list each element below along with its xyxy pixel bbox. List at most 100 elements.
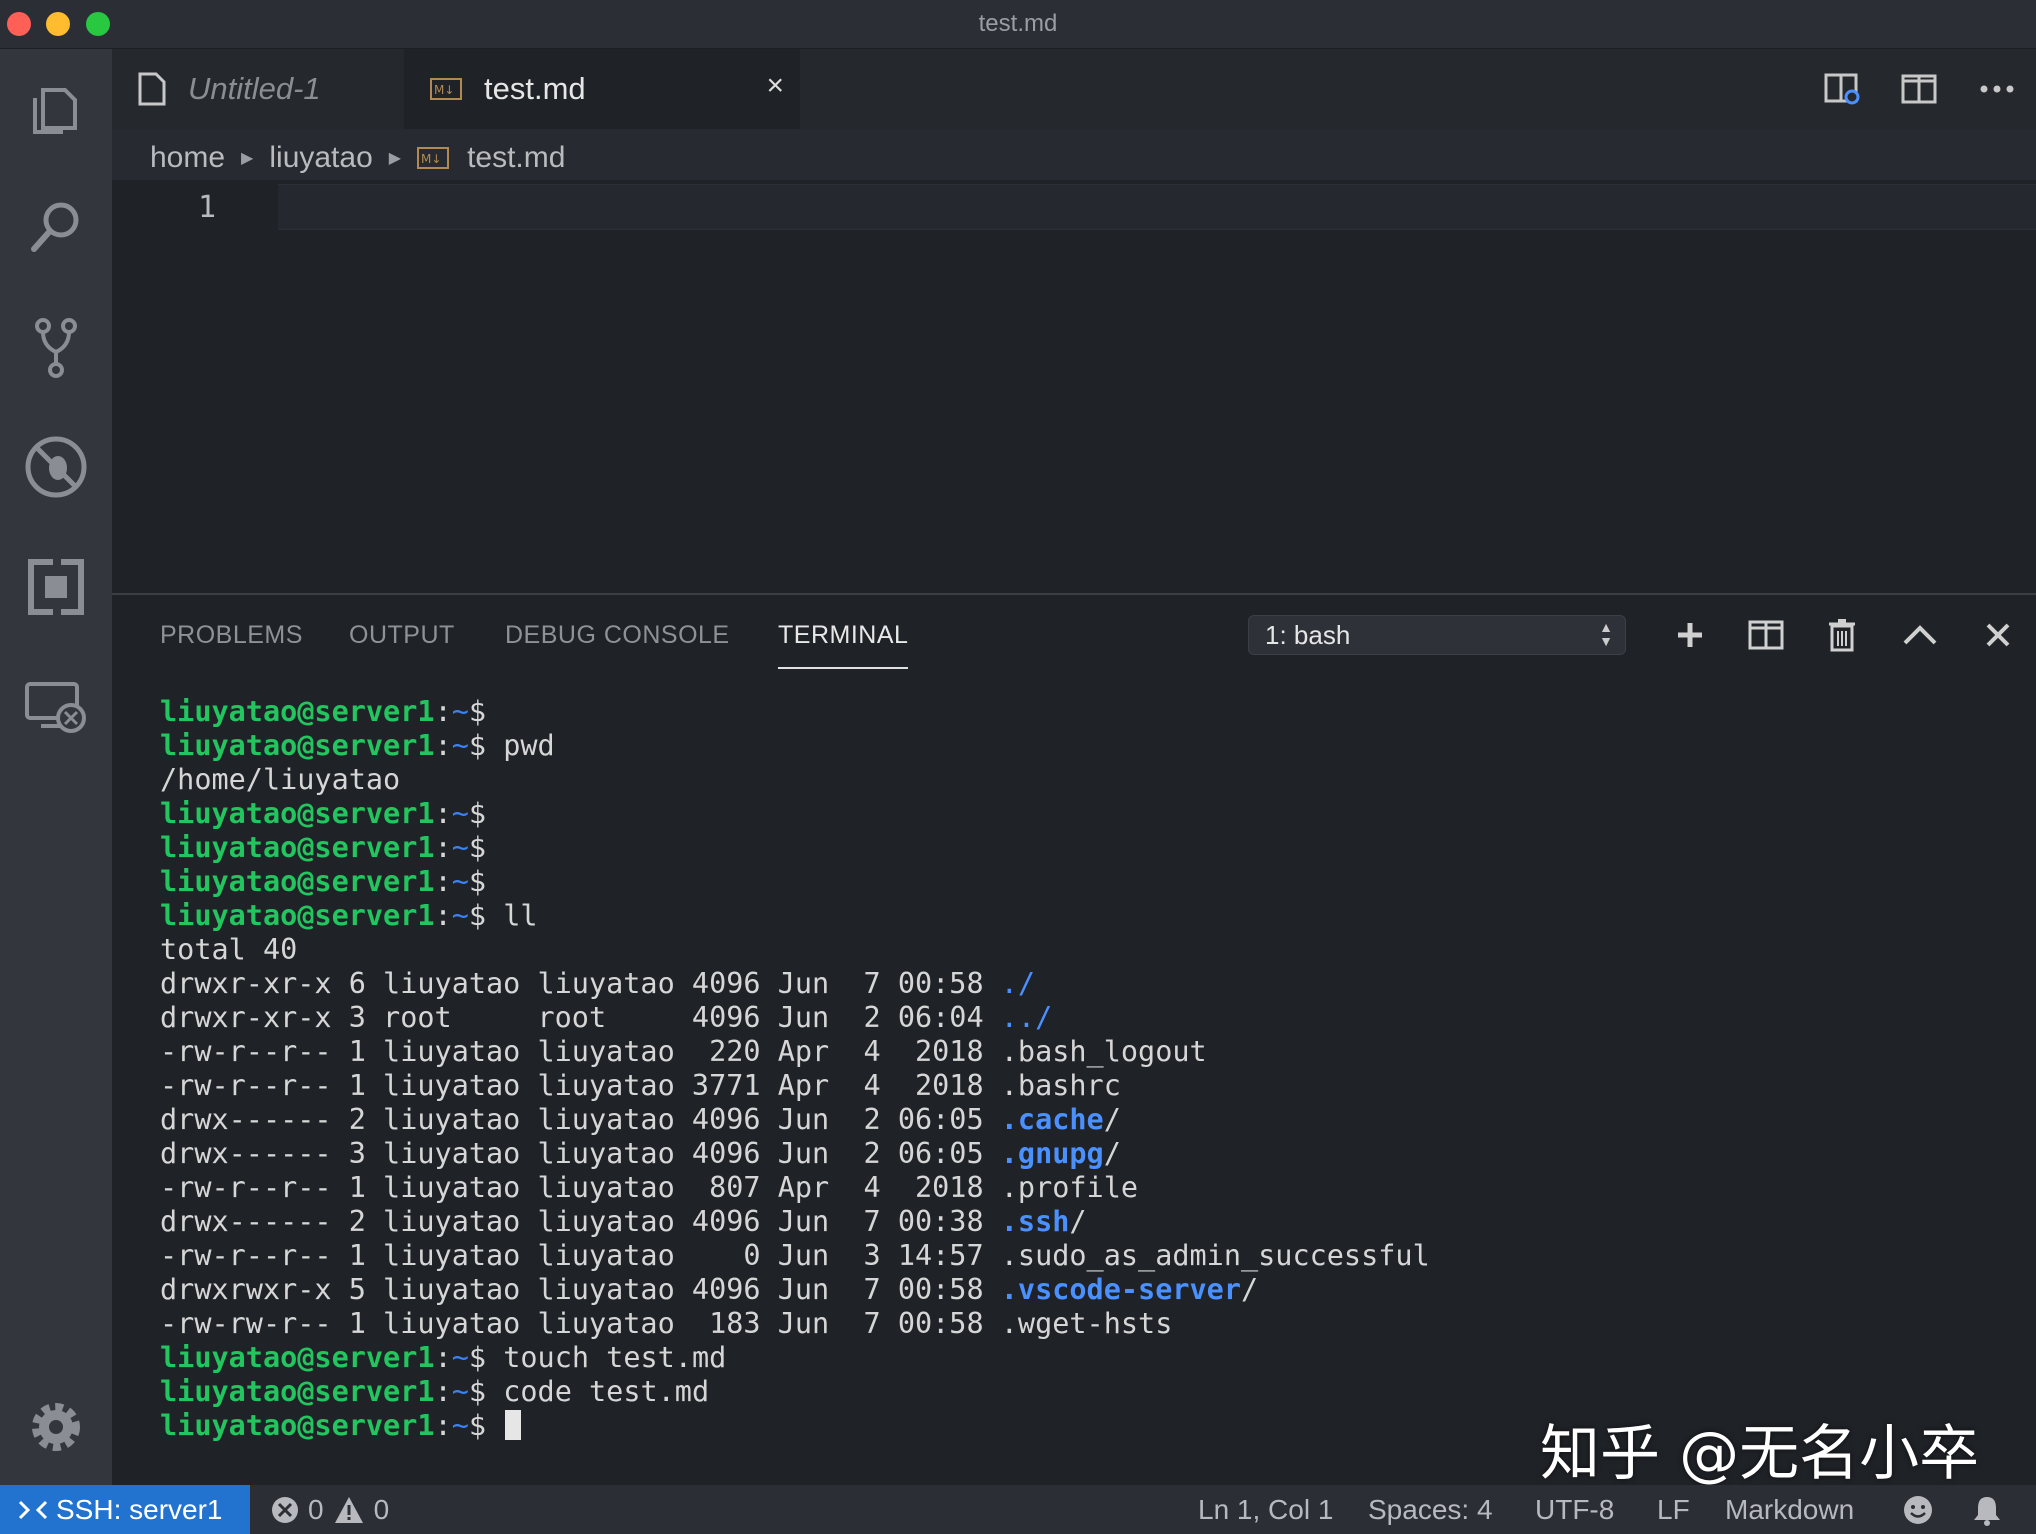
prompt-colon: : <box>434 1375 452 1408</box>
terminal-select[interactable]: 1: bash ▲ ▼ <box>1248 615 1626 655</box>
terminal-line: liuyatao@server1:~$ <box>160 797 1430 831</box>
prompt-path: ~ <box>451 1409 469 1442</box>
ls-entry-meta: drwx------ 2 liuyatao liuyatao 4096 Jun … <box>160 1103 1001 1136</box>
terminal-line: total 40 <box>160 933 1430 967</box>
encoding-status[interactable]: UTF-8 <box>1535 1485 1614 1534</box>
editor-tabs-bar: Untitled-1 M↓ test.md × <box>112 49 2036 129</box>
prompt-user: liuyatao@server1 <box>160 1341 435 1374</box>
extensions-icon[interactable] <box>16 547 96 627</box>
tab-debug-console[interactable]: DEBUG CONSOLE <box>505 621 730 650</box>
current-line-highlight <box>278 184 2036 230</box>
ls-entry-meta: drwxr-xr-x 3 root root 4096 Jun 2 06:04 <box>160 1001 1001 1034</box>
tab-output[interactable]: OUTPUT <box>349 621 455 650</box>
prompt-symbol: $ <box>468 695 487 728</box>
command-text: ll <box>486 899 538 932</box>
breadcrumb: home ▶ liuyatao ▶ M↓ test.md <box>150 136 565 180</box>
prompt-user: liuyatao@server1 <box>160 729 435 762</box>
prompt-path: ~ <box>451 831 469 864</box>
ls-entry-meta: drwx------ 2 liuyatao liuyatao 4096 Jun … <box>160 1205 1001 1238</box>
prompt-symbol: $ <box>468 797 487 830</box>
ls-entry-meta: -rw-rw-r-- 1 liuyatao liuyatao 183 Jun 7… <box>160 1307 1001 1340</box>
debug-icon[interactable] <box>16 427 96 507</box>
new-terminal-icon[interactable] <box>1668 615 1712 655</box>
search-icon[interactable] <box>16 187 96 267</box>
remote-icon <box>18 1500 48 1519</box>
output-text: /home/liuyatao <box>160 763 401 796</box>
ls-entry-meta: drwxr-xr-x 6 liuyatao liuyatao 4096 Jun … <box>160 967 1001 1000</box>
files-icon[interactable] <box>16 67 96 147</box>
ls-entry-name: .sudo_as_admin_successful <box>1000 1239 1430 1272</box>
editor-area[interactable]: 1 <box>112 180 2036 594</box>
open-preview-icon[interactable] <box>1824 67 1862 111</box>
prompt-path: ~ <box>451 797 469 830</box>
breadcrumb-item[interactable]: home <box>150 141 225 175</box>
terminal-cursor <box>505 1410 522 1440</box>
prompt-symbol: $ <box>468 865 487 898</box>
prompt-user: liuyatao@server1 <box>160 831 435 864</box>
command-text: pwd <box>486 729 555 762</box>
prompt-symbol: $ <box>468 1409 487 1442</box>
prompt-colon: : <box>434 1341 452 1374</box>
ls-entry-name: .profile <box>1000 1171 1139 1204</box>
ls-entry-suffix: / <box>1103 1103 1121 1136</box>
file-icon <box>138 72 166 106</box>
settings-gear-icon[interactable] <box>16 1387 96 1467</box>
prompt-symbol: $ <box>468 831 487 864</box>
tab-test-md[interactable]: M↓ test.md × <box>404 49 800 129</box>
ls-entry-meta: -rw-r--r-- 1 liuyatao liuyatao 807 Apr 4… <box>160 1171 1001 1204</box>
prompt-path: ~ <box>451 1341 469 1374</box>
problems-status[interactable]: 0 0 <box>270 1485 389 1534</box>
chevron-right-icon: ▶ <box>388 150 402 167</box>
cursor-position[interactable]: Ln 1, Col 1 <box>1198 1485 1333 1534</box>
split-terminal-icon[interactable] <box>1744 615 1788 655</box>
feedback-smiley-icon[interactable] <box>1902 1485 1934 1534</box>
close-tab-icon[interactable]: × <box>766 69 784 103</box>
tab-problems[interactable]: PROBLEMS <box>160 621 303 650</box>
prompt-symbol: $ <box>468 1375 487 1408</box>
chevron-right-icon: ▶ <box>241 150 254 167</box>
trash-icon[interactable] <box>1820 615 1864 655</box>
terminal-line: drwxrwxr-x 5 liuyatao liuyatao 4096 Jun … <box>160 1273 1430 1307</box>
prompt-symbol: $ <box>468 1341 487 1374</box>
terminal-line: drwx------ 2 liuyatao liuyatao 4096 Jun … <box>160 1205 1430 1239</box>
remote-status-button[interactable]: SSH: server1 <box>0 1485 250 1534</box>
prompt-path: ~ <box>451 729 469 762</box>
terminal-line: liuyatao@server1:~$ <box>160 865 1430 899</box>
split-editor-icon[interactable] <box>1900 67 1938 111</box>
close-panel-icon[interactable] <box>1976 615 2020 655</box>
source-control-icon[interactable] <box>16 307 96 387</box>
markdown-icon: M↓ <box>430 78 462 100</box>
ls-entry-name: .ssh <box>1000 1205 1070 1238</box>
terminal-output[interactable]: liuyatao@server1:~$ liuyatao@server1:~$ p… <box>160 695 1430 1443</box>
prompt-colon: : <box>434 899 452 932</box>
line-number: 1 <box>198 190 217 225</box>
notifications-bell-icon[interactable] <box>1972 1485 2002 1534</box>
command-text: code test.md <box>486 1375 710 1408</box>
prompt-colon: : <box>434 729 452 762</box>
language-mode[interactable]: Markdown <box>1725 1485 1854 1534</box>
terminal-line: -rw-r--r-- 1 liuyatao liuyatao 3771 Apr … <box>160 1069 1430 1103</box>
ls-entry-suffix: / <box>1240 1273 1259 1306</box>
prompt-path: ~ <box>451 695 469 728</box>
terminal-line: drwxr-xr-x 3 root root 4096 Jun 2 06:04 … <box>160 1001 1430 1035</box>
watermark-text: 知乎 @无名小卒 <box>1540 1419 1980 1489</box>
breadcrumb-item[interactable]: liuyatao <box>269 141 372 175</box>
tab-terminal[interactable]: TERMINAL <box>778 621 908 650</box>
breadcrumb-item[interactable]: test.md <box>467 141 565 175</box>
indentation-status[interactable]: Spaces: 4 <box>1368 1485 1493 1534</box>
terminal-line: -rw-rw-r-- 1 liuyatao liuyatao 183 Jun 7… <box>160 1307 1430 1341</box>
prompt-user: liuyatao@server1 <box>160 899 435 932</box>
error-count: 0 <box>308 1493 324 1525</box>
ls-entry-name: ./ <box>1000 967 1036 1000</box>
terminal-line: liuyatao@server1:~$ touch test.md <box>160 1341 1430 1375</box>
title-bar: test.md <box>0 0 2036 49</box>
remote-explorer-icon[interactable] <box>16 667 96 747</box>
terminal-line: liuyatao@server1:~$ <box>160 831 1430 865</box>
tab-untitled-1[interactable]: Untitled-1 <box>112 49 402 129</box>
more-actions-icon[interactable] <box>1978 67 2016 111</box>
prompt-colon: : <box>434 695 452 728</box>
maximize-panel-icon[interactable] <box>1898 615 1942 655</box>
eol-status[interactable]: LF <box>1657 1485 1690 1534</box>
terminal-select-value: 1: bash <box>1265 619 1351 650</box>
